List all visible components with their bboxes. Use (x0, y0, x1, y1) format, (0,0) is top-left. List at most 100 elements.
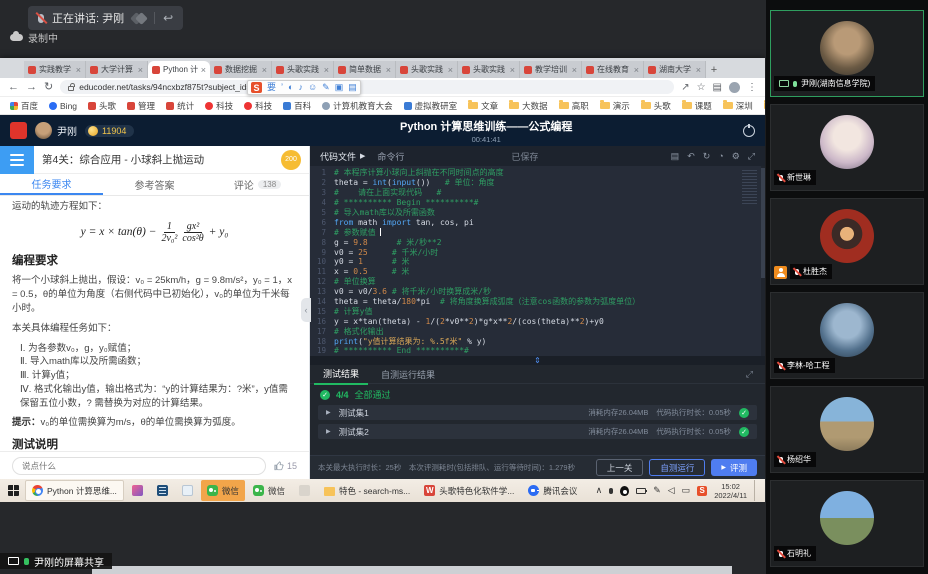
sogou-skin-icon[interactable]: ▣ (335, 83, 344, 92)
reading-list-icon[interactable]: ▤ (713, 82, 722, 93)
power-icon[interactable] (743, 125, 755, 137)
qq-icon[interactable] (620, 486, 629, 496)
folder-icon[interactable]: ▤ (671, 151, 680, 162)
coin-balance[interactable]: 11904 (85, 125, 134, 137)
previous-level-button[interactable]: 上一关 (596, 459, 644, 476)
start-button[interactable] (2, 480, 25, 501)
undo-icon[interactable]: ↶ (687, 151, 695, 162)
browser-tab[interactable]: 在线教育× (582, 61, 644, 78)
tab-close-icon[interactable]: × (201, 65, 206, 75)
sogou-voice-input-icon[interactable]: ♪ (298, 83, 303, 92)
taskbar-clock[interactable]: 15:02 2022/4/11 (714, 482, 747, 500)
bookmark-item[interactable]: 百科 (283, 100, 311, 112)
bookmark-item[interactable]: 课题 (682, 100, 712, 112)
bookmark-item[interactable]: 深圳 (723, 100, 753, 112)
expand-triangle-icon[interactable]: ▶ (326, 428, 331, 435)
code-line[interactable]: # ********** End **********# (334, 346, 469, 355)
hamburger-menu-icon[interactable] (0, 146, 34, 174)
sogou-input-bar[interactable]: S 要’◐♪☺✎▣▤ (247, 80, 361, 95)
battery-icon[interactable] (636, 488, 646, 494)
code-line[interactable]: from math import tan, cos, pi (334, 218, 474, 227)
share-page-icon[interactable]: ↗ (681, 82, 689, 93)
bookmark-item[interactable]: 头歌 (641, 100, 671, 112)
reset-icon[interactable]: ↻ (703, 151, 711, 162)
tab-task-requirements[interactable]: 任务要求 (0, 174, 103, 195)
reload-button[interactable]: ↻ (44, 82, 53, 93)
participant-tile[interactable]: 石明礼 (770, 480, 924, 567)
forward-button[interactable]: → (26, 82, 37, 93)
taskbar-item-paint[interactable] (126, 480, 149, 501)
run-dropdown-icon[interactable]: ▶ (360, 152, 365, 160)
taskbar-item-wechat[interactable]: 微信 (201, 480, 245, 501)
browser-tab[interactable]: 数据挖掘× (210, 61, 272, 78)
taskbar-item-meeting[interactable]: 腾讯会议 (522, 480, 583, 501)
code-line[interactable]: y = x*tan(theta) - 1/(2*v0**2)*g*x**2/(c… (334, 317, 604, 326)
tab-close-icon[interactable]: × (138, 65, 143, 75)
task-content[interactable]: 运动的轨迹方程如下： y = x × tan(θ) − 1 2v₀² gx² c… (0, 196, 309, 451)
code-line[interactable]: theta = theta/180*pi # 将角度换算成弧度（注意cos函数的… (334, 296, 640, 307)
code-line[interactable]: # 导入math库以及所需函数 (334, 207, 435, 218)
like-control[interactable]: 15 (274, 461, 297, 471)
tab-close-icon[interactable]: × (510, 65, 515, 75)
comment-input[interactable] (12, 457, 266, 475)
taskbar-item-wechat[interactable]: 微信 (247, 480, 291, 501)
test-set-row[interactable]: ▶测试集1消耗内存26.04MB代码执行时长：0.05秒✓ (318, 405, 757, 420)
bookmark-item[interactable]: 演示 (600, 100, 630, 112)
participant-tile[interactable]: 李林-哈工程 (770, 292, 924, 379)
tab-command-line[interactable]: 命令行 (377, 150, 404, 163)
sogou-chinese-mode-icon[interactable]: 要 (267, 83, 276, 92)
menu-icon[interactable]: ⋮ (747, 82, 757, 93)
editor-scrollbar[interactable] (761, 166, 765, 356)
display-icon[interactable]: ▭ (682, 486, 691, 495)
tab-close-icon[interactable]: × (448, 65, 453, 75)
expand-triangle-icon[interactable]: ▶ (326, 409, 331, 416)
expand-results-icon[interactable]: ⤢ (746, 369, 761, 380)
browser-tab[interactable]: Python 计× (148, 61, 210, 78)
code-line[interactable]: # 请在上面实现代码 # (334, 187, 441, 198)
sogou-logo-icon[interactable]: S (251, 82, 262, 93)
user-avatar[interactable] (35, 122, 52, 139)
selftest-run-button[interactable]: 自测运行 (649, 459, 705, 476)
expand-icon[interactable]: ⤢ (748, 151, 755, 162)
participant-tile[interactable]: 杜胜杰 (770, 198, 924, 285)
participant-tile[interactable]: 新世琳 (770, 104, 924, 191)
browser-tab[interactable]: 大学计算× (86, 61, 148, 78)
browser-tab[interactable]: 湖南大学× (644, 61, 706, 78)
gear-icon[interactable]: ⚙ (732, 151, 740, 162)
browser-tab[interactable]: 教学培训× (520, 61, 582, 78)
bookmark-item[interactable]: 头歌 (88, 100, 116, 112)
star-bookmark-icon[interactable]: ☆ (697, 82, 706, 93)
bookmark-item[interactable]: 计算机教育大会 (322, 100, 393, 112)
code-line[interactable]: # 计算y值 (334, 306, 372, 317)
test-set-row[interactable]: ▶测试集2消耗内存26.04MB代码执行时长：0.05秒✓ (318, 424, 757, 439)
taskbar-item-wps[interactable]: W头歌特色化软件学... (418, 480, 520, 501)
pen-settings-icon[interactable]: ✎ (653, 486, 661, 495)
tab-close-icon[interactable]: × (572, 65, 577, 75)
tab-selftest-results[interactable]: 自测运行结果 (372, 365, 444, 384)
tab-close-icon[interactable]: × (696, 65, 701, 75)
bookmark-item[interactable]: 管理 (127, 100, 155, 112)
user-name[interactable]: 尹刚 (57, 123, 77, 138)
sogou-handwriting-icon[interactable]: ✎ (322, 83, 330, 92)
bookmark-item[interactable]: 大数据 (509, 100, 548, 112)
new-tab-button[interactable]: + (706, 62, 722, 78)
tab-close-icon[interactable]: × (76, 65, 81, 75)
tab-code-file[interactable]: 代码文件 ▶ (320, 150, 365, 163)
taskbar-item-calc[interactable] (151, 480, 174, 501)
bookmark-item[interactable]: 华为AI (764, 100, 765, 112)
sogou-punctuation-icon[interactable]: ’ (281, 83, 283, 92)
code-line[interactable]: print("y值计算结果为: %.5f米" % y) (334, 336, 486, 347)
tab-comments[interactable]: 评论 138 (206, 174, 309, 195)
tab-close-icon[interactable]: × (634, 65, 639, 75)
taskbar-item-notes[interactable] (176, 480, 199, 501)
browser-tab[interactable]: 头歌实践× (272, 61, 334, 78)
address-bar[interactable]: educoder.net/tasks/94ncxbzf875t?subject_… (60, 80, 674, 94)
tab-close-icon[interactable]: × (324, 65, 329, 75)
bookmark-item[interactable]: 虚拟教研室 (404, 100, 458, 112)
volume-icon[interactable]: ◁ (668, 486, 675, 495)
browser-tab[interactable]: 头歌实践× (396, 61, 458, 78)
sogou-fullwidth-icon[interactable]: ◐ (288, 83, 293, 92)
tab-close-icon[interactable]: × (262, 65, 267, 75)
tab-close-icon[interactable]: × (386, 65, 391, 75)
educoder-logo[interactable] (10, 122, 27, 139)
